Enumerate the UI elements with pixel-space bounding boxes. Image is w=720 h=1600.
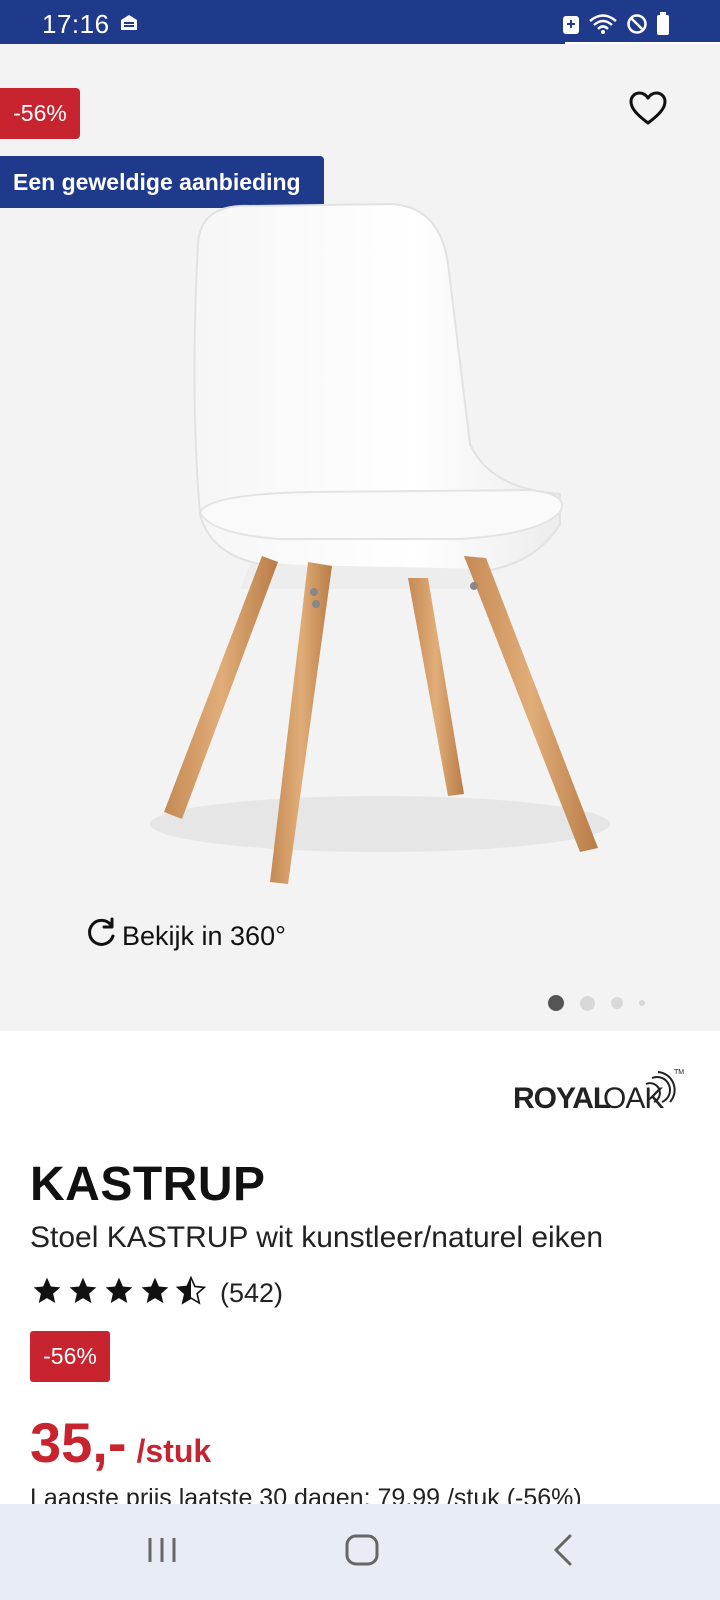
pagination-dot[interactable] bbox=[639, 1000, 645, 1006]
star-icon bbox=[66, 1275, 100, 1312]
price-discount-badge: -56% bbox=[30, 1331, 110, 1382]
pagination-dot-active[interactable] bbox=[548, 995, 564, 1011]
clock: 17:16 bbox=[42, 9, 110, 39]
pagination-dot[interactable] bbox=[611, 997, 623, 1009]
chair-product-image bbox=[150, 202, 610, 884]
view-360-label: Bekijk in 360° bbox=[122, 921, 286, 951]
home-button[interactable] bbox=[342, 1530, 382, 1575]
vpn-shield-icon bbox=[562, 13, 580, 40]
favorite-heart-icon[interactable] bbox=[628, 89, 668, 129]
rating-count: (542) bbox=[220, 1278, 284, 1308]
star-icon bbox=[102, 1275, 136, 1312]
price: 35,-/stuk bbox=[30, 1410, 211, 1475]
recent-apps-button[interactable] bbox=[144, 1530, 180, 1575]
svg-text:OAK: OAK bbox=[603, 1082, 664, 1115]
view-360-button[interactable]: Bekijk in 360° bbox=[84, 916, 286, 957]
product-title: KASTRUP bbox=[30, 1158, 266, 1211]
app-notification-icon bbox=[118, 12, 140, 39]
half-star-icon bbox=[174, 1275, 208, 1312]
svg-text:ROYAL: ROYAL bbox=[513, 1082, 611, 1115]
pagination-dot[interactable] bbox=[580, 995, 595, 1011]
star-icon bbox=[30, 1275, 64, 1312]
price-amount: 35,- bbox=[30, 1411, 127, 1474]
rating[interactable]: (542) bbox=[30, 1275, 283, 1312]
product-description: Stoel KASTRUP wit kunstleer/naturel eike… bbox=[30, 1221, 604, 1254]
price-unit: /stuk bbox=[136, 1433, 212, 1469]
brand-logo[interactable]: ROYAL OAK TM bbox=[510, 1062, 690, 1118]
do-not-disturb-icon bbox=[626, 13, 648, 40]
svg-text:TM: TM bbox=[674, 1069, 684, 1076]
gallery-pagination[interactable] bbox=[548, 995, 645, 1011]
star-icon bbox=[138, 1275, 172, 1312]
rotate-icon bbox=[84, 916, 118, 957]
discount-badge: -56% bbox=[0, 88, 80, 139]
back-button[interactable] bbox=[548, 1530, 578, 1575]
product-gallery[interactable]: -56% Een geweldige aanbieding Bekijk in … bbox=[0, 44, 720, 1031]
system-navigation-bar bbox=[0, 1504, 720, 1600]
battery-icon bbox=[656, 12, 670, 41]
wifi-icon bbox=[588, 13, 618, 40]
status-bar: 17:16 bbox=[0, 0, 720, 45]
